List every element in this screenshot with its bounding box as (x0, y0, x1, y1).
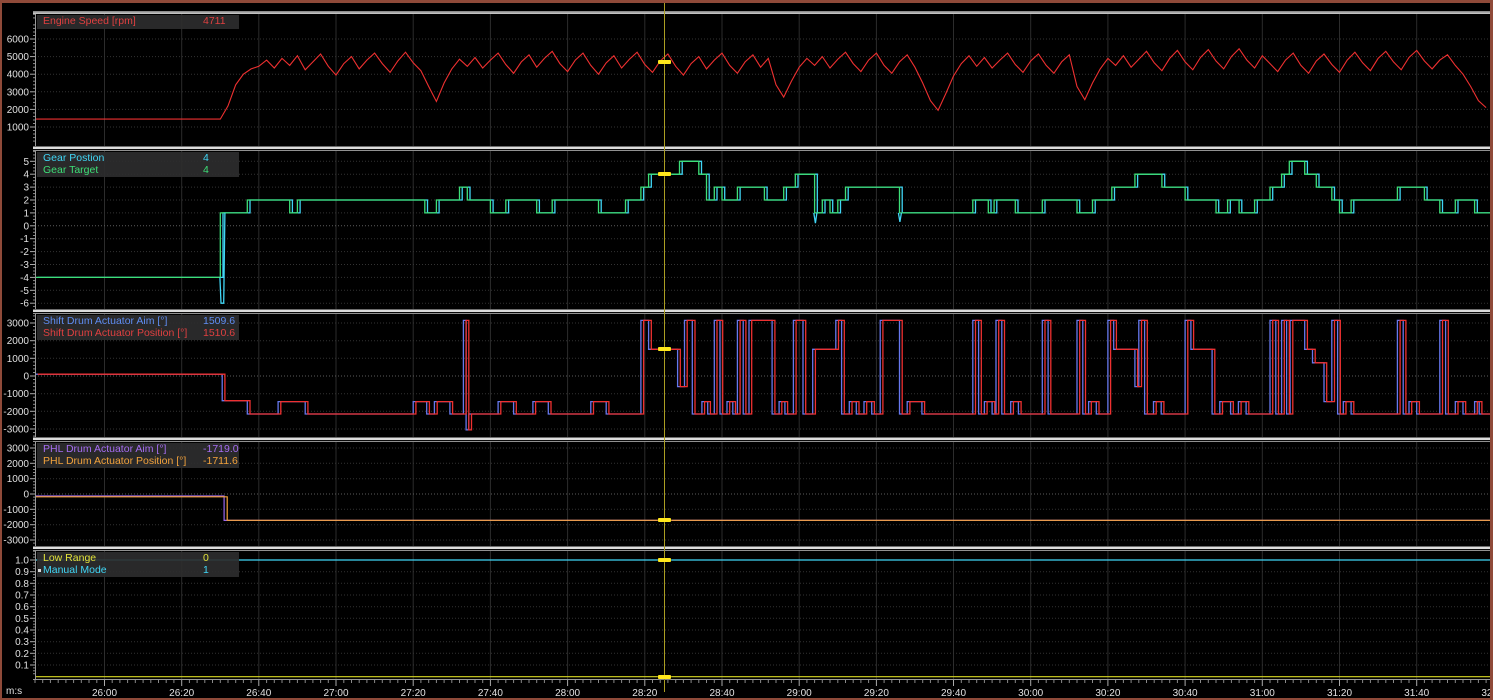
channel-value: -1711.6 (203, 456, 238, 468)
y-tick-label: 3000 (7, 444, 30, 455)
channel-value: 4711 (203, 16, 226, 28)
y-tick-label: 4 (23, 170, 29, 181)
channel-label: Engine Speed [rpm] (43, 16, 136, 28)
time-axis-unit-label: m:s (6, 686, 22, 697)
y-tick-label: 2000 (7, 105, 30, 116)
y-tick-label: 0 (23, 372, 29, 383)
y-tick-label: -1000 (3, 389, 29, 400)
cursor-value-marker[interactable] (658, 172, 671, 176)
window-border (0, 0, 1493, 3)
channel-value: -1719.0 (203, 444, 239, 456)
channel-label: PHL Drum Actuator Position [°] (43, 456, 186, 468)
legend-row-shift-position[interactable]: Shift Drum Actuator Position [°] 1510.6 (37, 328, 239, 340)
channel-label: Low Range (43, 553, 96, 565)
channel-value: 1 (203, 565, 209, 577)
panel-switches (35, 551, 1493, 679)
y-tick-label: -3000 (3, 536, 29, 547)
y-tick-label: 0.3 (15, 637, 29, 648)
y-tick-label: 3000 (7, 87, 30, 98)
channel-value: 0 (203, 553, 209, 565)
plot-area-engine-speed[interactable] (35, 14, 1490, 146)
panel-separator[interactable] (33, 11, 1490, 14)
panel-separator[interactable] (33, 309, 1490, 314)
y-tick-label: 1 (23, 208, 29, 219)
logger-window: 100020003000400050006000543210-1-2-3-4-5… (0, 0, 1493, 700)
y-tick-label: -2 (20, 247, 29, 258)
y-tick-label: -1 (20, 234, 29, 245)
cursor-value-marker[interactable] (658, 675, 671, 679)
y-tick-label: 1.0 (15, 556, 29, 567)
legend-row-phl-position[interactable]: PHL Drum Actuator Position [°] -1711.6 (37, 456, 239, 468)
panel-separator[interactable] (33, 437, 1490, 442)
cursor-value-marker[interactable] (658, 60, 671, 64)
legend-row-shift-aim[interactable]: Shift Drum Actuator Aim [°] 1509.6 (37, 316, 239, 328)
panel-shift-drum (35, 314, 1493, 437)
legend-row-manual-mode[interactable]: Manual Mode 1 (37, 565, 239, 577)
channel-label: Shift Drum Actuator Position [°] (43, 328, 187, 340)
y-tick-label: 6000 (7, 35, 30, 46)
y-tick-label: 0.9 (15, 567, 29, 578)
y-tick-label: 5000 (7, 52, 30, 63)
y-tick-label: 0.2 (15, 649, 29, 660)
window-border (0, 0, 2, 700)
legend-row-gear-position[interactable]: Gear Postion 4 (37, 153, 239, 165)
channel-value: 1509.6 (203, 316, 235, 328)
cursor-value-marker[interactable] (658, 347, 671, 351)
legend-row-engine-speed[interactable]: Engine Speed [rpm] 4711 (37, 16, 239, 28)
legend-shift-drum: Shift Drum Actuator Aim [°] 1509.6 Shift… (37, 315, 239, 340)
cursor-value-marker[interactable] (658, 558, 671, 562)
y-tick-label: 5 (23, 157, 29, 168)
y-tick-label: 0.6 (15, 602, 29, 613)
y-tick-label: 0.4 (15, 626, 29, 637)
y-tick-label: -3000 (3, 425, 29, 436)
legend-row-gear-target[interactable]: Gear Target 4 (37, 165, 239, 177)
y-tick-label: 2 (23, 196, 29, 207)
legend-row-low-range[interactable]: Low Range 0 (37, 553, 239, 565)
legend-switches: Low Range 0 Manual Mode 1 (37, 552, 239, 577)
y-tick-label: 4000 (7, 70, 30, 81)
cursor-value-marker[interactable] (658, 518, 671, 522)
y-tick-label: 2000 (7, 336, 30, 347)
y-tick-label: 0.7 (15, 591, 29, 602)
y-tick-label: 1000 (7, 123, 30, 134)
y-tick-label: -5 (20, 286, 29, 297)
y-tick-label: 0.8 (15, 579, 29, 590)
y-tick-label: 0 (23, 490, 29, 501)
y-tick-label: 3000 (7, 319, 30, 330)
selected-channel-bullet-icon (38, 569, 41, 572)
channel-value: 1510.6 (203, 328, 235, 340)
y-tick-label: -4 (20, 273, 29, 284)
y-tick-label: 0 (23, 221, 29, 232)
channel-label: Gear Target (43, 165, 98, 177)
y-tick-label: 1000 (7, 354, 30, 365)
panel-separator[interactable] (33, 146, 1490, 151)
chart-canvas[interactable]: 100020003000400050006000543210-1-2-3-4-5… (0, 0, 1493, 700)
panel-separator[interactable] (33, 546, 1490, 551)
legend-phl-drum: PHL Drum Actuator Aim [°] -1719.0 PHL Dr… (37, 443, 239, 468)
y-tick-label: -2000 (3, 520, 29, 531)
plot-area-switches[interactable] (35, 551, 1490, 679)
y-tick-label: -1000 (3, 505, 29, 516)
channel-value: 4 (203, 165, 209, 177)
channel-value: 4 (203, 153, 209, 165)
y-tick-label: -3 (20, 260, 29, 271)
channel-label: Shift Drum Actuator Aim [°] (43, 316, 167, 328)
panel-gear (35, 151, 1493, 309)
y-tick-label: 2000 (7, 459, 30, 470)
y-tick-label: 0.5 (15, 614, 29, 625)
channel-label: Manual Mode (43, 565, 107, 577)
panel-engine-speed (35, 14, 1493, 146)
y-tick-label: -2000 (3, 407, 29, 418)
legend-row-phl-aim[interactable]: PHL Drum Actuator Aim [°] -1719.0 (37, 444, 239, 456)
legend-engine-speed: Engine Speed [rpm] 4711 (37, 15, 239, 29)
channel-label: Gear Postion (43, 153, 104, 165)
y-tick-label: 3 (23, 183, 29, 194)
y-tick-label: -6 (20, 299, 29, 310)
panel-phl-drum (35, 442, 1493, 546)
y-tick-label: 1000 (7, 474, 30, 485)
legend-gear: Gear Postion 4 Gear Target 4 (37, 152, 239, 177)
channel-label: PHL Drum Actuator Aim [°] (43, 444, 166, 456)
y-tick-label: 0.1 (15, 661, 29, 672)
